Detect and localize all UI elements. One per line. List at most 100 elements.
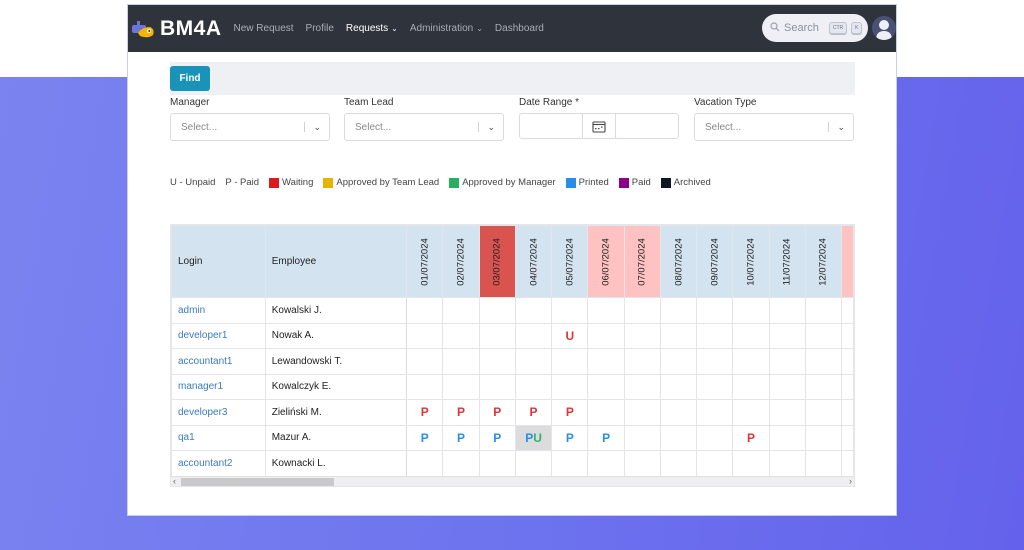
day-cell xyxy=(551,373,589,400)
nav-item-requests[interactable]: Requests ⌄ xyxy=(346,23,398,34)
day-cell-partial xyxy=(841,297,854,324)
search-button[interactable]: Search CTR K xyxy=(762,14,868,42)
nav-item-dashboard[interactable]: Dashboard xyxy=(495,23,544,34)
scroll-right-icon[interactable]: › xyxy=(849,476,852,486)
column-header-date-partial xyxy=(841,225,854,298)
day-cell xyxy=(623,450,661,477)
employee-name: Lewandowski T. xyxy=(264,348,408,375)
day-cell xyxy=(732,348,770,375)
day-cell[interactable]: P xyxy=(406,424,444,451)
legend-item-approved-by-team-lead: Approved by Team Lead xyxy=(323,177,439,188)
day-cell xyxy=(732,450,770,477)
day-cell[interactable]: U xyxy=(551,322,589,349)
day-cell xyxy=(659,450,698,477)
search-icon xyxy=(770,21,780,35)
calendar-button[interactable] xyxy=(582,114,616,138)
day-cell xyxy=(514,297,553,324)
login-link[interactable]: accountant2 xyxy=(171,450,266,477)
user-avatar[interactable] xyxy=(872,16,896,40)
login-link[interactable]: qa1 xyxy=(171,424,266,451)
date-label: 10/07/2024 xyxy=(745,237,757,286)
date-end-input[interactable] xyxy=(616,114,678,138)
day-cell xyxy=(732,297,770,324)
find-button[interactable]: Find xyxy=(170,66,210,91)
day-cell xyxy=(696,424,734,451)
chevron-down-icon: ⌄ xyxy=(476,24,483,33)
paid-marker: P xyxy=(565,405,574,420)
app-window: BM4A New Request Profile Requests ⌄ Administ… xyxy=(127,4,897,516)
day-cell xyxy=(406,450,444,477)
day-cell[interactable]: P xyxy=(406,399,444,426)
day-cell[interactable]: P xyxy=(587,424,625,451)
day-cell[interactable]: P xyxy=(442,399,480,426)
day-cell[interactable]: P xyxy=(478,399,516,426)
table-row: qa1 Mazur A. P P P PU P P P xyxy=(171,424,854,451)
day-cell xyxy=(478,348,516,375)
day-cell xyxy=(514,450,553,477)
legend-swatch xyxy=(660,177,671,188)
nav-item-administration[interactable]: Administration ⌄ xyxy=(410,23,483,34)
day-cell xyxy=(587,450,625,477)
day-cell xyxy=(768,373,806,400)
day-cell-partial xyxy=(841,373,854,400)
day-cell xyxy=(514,322,553,349)
scroll-left-icon[interactable]: ‹ xyxy=(173,476,176,486)
scrollbar-thumb[interactable] xyxy=(181,478,334,486)
search-placeholder: Search xyxy=(784,22,819,34)
table-row: developer3 Zieliński M. P P P P P xyxy=(171,399,854,426)
day-cell xyxy=(804,322,843,349)
day-cell xyxy=(406,322,444,349)
day-cell[interactable]: P xyxy=(551,424,589,451)
login-link[interactable]: manager1 xyxy=(171,373,266,400)
team-lead-placeholder: Select... xyxy=(355,121,392,133)
login-link[interactable]: developer3 xyxy=(171,399,266,426)
day-cell[interactable]: P xyxy=(551,399,589,426)
column-header-date: 05/07/2024 xyxy=(551,225,589,298)
legend-item-approved-by-manager: Approved by Manager xyxy=(449,177,556,188)
nav-item-label: Administration xyxy=(409,23,474,34)
day-cell[interactable]: P xyxy=(478,424,516,451)
nav-item-label: Requests xyxy=(345,23,389,34)
day-cell xyxy=(623,373,661,400)
legend-item-waiting: Waiting xyxy=(269,177,313,188)
day-cell[interactable]: P xyxy=(732,424,770,451)
brand[interactable]: BM4A xyxy=(130,16,234,42)
nav-item-profile[interactable]: Profile xyxy=(306,23,334,34)
filter-toolbar: Find xyxy=(170,62,855,95)
date-start-input[interactable] xyxy=(520,114,582,138)
manager-select[interactable]: Select... ⌄ xyxy=(170,113,330,141)
paid-marker: P xyxy=(493,405,502,420)
day-cell xyxy=(442,373,480,400)
day-cell xyxy=(442,348,480,375)
horizontal-scrollbar[interactable]: ‹ › xyxy=(171,476,854,486)
legend-label: Printed xyxy=(578,177,609,188)
day-cell xyxy=(659,322,698,349)
legend-item-printed: Printed xyxy=(565,177,609,188)
legend-label: Paid xyxy=(631,177,651,188)
employee-name: Nowak A. xyxy=(264,322,408,349)
day-cell[interactable]: P xyxy=(442,424,480,451)
day-cell[interactable]: P xyxy=(514,399,553,426)
login-link[interactable]: admin xyxy=(171,297,266,324)
date-label: 02/07/2024 xyxy=(455,237,467,286)
table-row: developer1 Nowak A. U xyxy=(171,322,854,349)
day-cell xyxy=(768,450,806,477)
login-link[interactable]: accountant1 xyxy=(171,348,266,375)
day-cell xyxy=(478,450,516,477)
vacation-type-select[interactable]: Select... ⌄ xyxy=(694,113,854,141)
paid-marker: P xyxy=(565,430,574,445)
column-header-date: 09/07/2024 xyxy=(696,225,734,298)
login-link[interactable]: developer1 xyxy=(171,322,266,349)
nav-item-new-request[interactable]: New Request xyxy=(234,23,294,34)
team-lead-select[interactable]: Select... ⌄ xyxy=(344,113,504,141)
day-cell xyxy=(587,348,625,375)
shortcut-key-k: K xyxy=(851,22,863,34)
manager-filter: Manager Select... ⌄ xyxy=(170,97,330,141)
day-cell xyxy=(804,450,843,477)
unpaid-marker: U xyxy=(533,430,542,445)
user-icon xyxy=(876,20,892,40)
day-cell[interactable]: PU xyxy=(514,424,553,451)
paid-marker: P xyxy=(746,430,755,445)
day-cell xyxy=(696,297,734,324)
legend-swatch xyxy=(565,177,576,188)
